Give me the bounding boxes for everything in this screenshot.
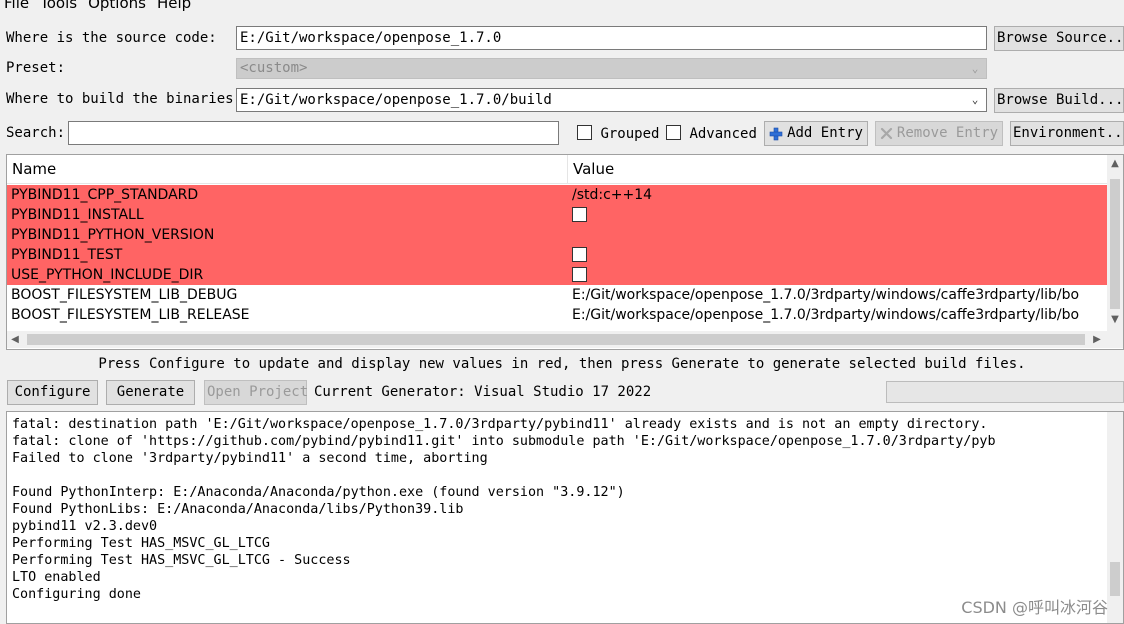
vertical-scroll-thumb[interactable] <box>1110 179 1120 309</box>
table-row[interactable]: BOOST_FILESYSTEM_LIB_RELEASE E:/Git/works… <box>7 305 1109 325</box>
log-line: Performing Test HAS_MSVC_GL_LTCG <box>12 536 270 551</box>
build-label: Where to build the binaries: <box>6 91 243 107</box>
advanced-checkbox[interactable]: Advanced <box>666 125 757 142</box>
remove-icon <box>880 127 893 140</box>
scroll-down-icon[interactable]: ▼ <box>1107 311 1123 327</box>
menu-help[interactable]: Help <box>152 0 197 14</box>
entry-name: PYBIND11_CPP_STANDARD <box>11 187 199 203</box>
progress-bar <box>886 381 1124 403</box>
output-log[interactable]: fatal: destination path 'E:/Git/workspac… <box>6 411 1124 624</box>
preset-value: <custom> <box>240 60 308 76</box>
entry-name: BOOST_FILESYSTEM_LIB_DEBUG <box>11 287 238 303</box>
preset-select[interactable]: <custom> ⌄ <box>236 58 987 79</box>
scroll-right-icon[interactable]: ▶ <box>1089 331 1105 347</box>
open-project-button[interactable]: Open Project <box>204 380 309 405</box>
log-line: LTO enabled <box>12 570 101 585</box>
chevron-down-icon[interactable]: ⌄ <box>968 89 982 111</box>
advanced-label: Advanced <box>689 126 757 142</box>
log-line: fatal: destination path 'E:/Git/workspac… <box>12 417 988 432</box>
menu-bar: File Tools Options Help <box>0 0 1124 14</box>
entry-value[interactable]: E:/Git/workspace/openpose_1.7.0/3rdparty… <box>568 285 1109 305</box>
entry-value-checkbox[interactable] <box>568 245 1109 265</box>
advanced-check-box[interactable] <box>666 125 681 140</box>
table-row[interactable]: PYBIND11_PYTHON_VERSION <box>7 225 1109 245</box>
remove-entry-button[interactable]: Remove Entry <box>875 121 1003 146</box>
configure-hint-text: Press Configure to update and display ne… <box>98 356 1026 372</box>
entry-name: PYBIND11_INSTALL <box>11 207 144 223</box>
entry-value-checkbox[interactable] <box>568 205 1109 225</box>
horizontal-scroll-thumb[interactable] <box>27 334 1085 345</box>
entry-value[interactable]: /std:c++14 <box>568 185 1109 205</box>
log-vertical-scrollbar[interactable] <box>1107 412 1123 623</box>
column-header-value[interactable]: Value <box>568 155 614 183</box>
column-header-name[interactable]: Name <box>7 155 568 183</box>
current-generator-text: Current Generator: Visual Studio 17 2022 <box>314 384 652 400</box>
menu-options[interactable]: Options <box>83 0 152 14</box>
browse-build-label: Browse Build... <box>997 92 1124 108</box>
log-scroll-thumb[interactable] <box>1110 562 1120 596</box>
entry-name: PYBIND11_TEST <box>11 247 123 263</box>
configure-label: Configure <box>14 384 91 400</box>
generate-label: Generate <box>116 384 185 400</box>
cache-table: Name Value PYBIND11_CPP_STANDARD/std:c++… <box>6 154 1124 350</box>
browse-build-button[interactable]: Browse Build... <box>994 88 1124 113</box>
log-line: fatal: clone of 'https://github.com/pybi… <box>12 434 996 449</box>
entry-check-box[interactable] <box>572 247 587 262</box>
entry-value[interactable] <box>568 225 1109 245</box>
search-label: Search: <box>6 125 66 141</box>
add-entry-button[interactable]: Add Entry <box>764 121 868 146</box>
entry-value[interactable]: E:/Git/workspace/openpose_1.7.0/3rdparty… <box>568 305 1109 325</box>
scroll-up-icon[interactable]: ▲ <box>1107 155 1123 171</box>
source-path-input[interactable]: E:/Git/workspace/openpose_1.7.0 <box>236 26 987 50</box>
watermark-text: CSDN @呼叫冰河谷 <box>961 598 1108 617</box>
add-entry-label: Add Entry <box>787 125 863 141</box>
menu-file[interactable]: File <box>0 0 35 14</box>
table-row[interactable]: PYBIND11_CPP_STANDARD/std:c++14 <box>7 185 1109 205</box>
log-line: Performing Test HAS_MSVC_GL_LTCG - Succe… <box>12 553 351 568</box>
environment-button[interactable]: Environment... <box>1010 121 1124 146</box>
search-input[interactable] <box>68 121 559 145</box>
open-project-label: Open Project <box>207 384 309 400</box>
source-label: Where is the source code: <box>6 30 217 46</box>
table-row[interactable]: PYBIND11_TEST <box>7 245 1109 265</box>
log-line: Failed to clone '3rdparty/pybind11' a se… <box>12 451 488 466</box>
entry-check-box[interactable] <box>572 207 587 222</box>
menu-tools[interactable]: Tools <box>35 0 83 14</box>
chevron-down-icon: ⌄ <box>971 62 979 75</box>
log-line: Configuring done <box>12 587 141 602</box>
table-row[interactable]: USE_PYTHON_INCLUDE_DIR <box>7 265 1109 285</box>
entry-name: USE_PYTHON_INCLUDE_DIR <box>11 267 204 283</box>
grouped-label: Grouped <box>600 126 660 142</box>
entry-check-box[interactable] <box>572 267 587 282</box>
generate-button[interactable]: Generate <box>106 380 195 405</box>
browse-source-button[interactable]: Browse Source... <box>994 26 1124 51</box>
log-line: Found PythonLibs: E:/Anaconda/Anaconda/l… <box>12 502 464 517</box>
environment-label: Environment... <box>1013 125 1124 141</box>
build-path-value: E:/Git/workspace/openpose_1.7.0/build <box>240 92 552 108</box>
table-horizontal-scrollbar[interactable]: ◀ ▶ <box>7 331 1123 348</box>
preset-label: Preset: <box>6 60 66 76</box>
log-line: Found PythonInterp: E:/Anaconda/Anaconda… <box>12 485 625 500</box>
grouped-checkbox[interactable]: Grouped <box>577 125 659 142</box>
table-vertical-scrollbar[interactable]: ▲ ▼ <box>1107 155 1123 331</box>
configure-button[interactable]: Configure <box>7 380 98 405</box>
grouped-check-box[interactable] <box>577 125 592 140</box>
scroll-left-icon[interactable]: ◀ <box>7 331 23 347</box>
log-line: pybind11 v2.3.dev0 <box>12 519 158 534</box>
plus-icon <box>769 127 783 140</box>
remove-entry-label: Remove Entry <box>896 125 999 141</box>
table-header: Name Value <box>7 155 1109 184</box>
entry-value-checkbox[interactable] <box>568 265 1109 285</box>
table-row[interactable]: PYBIND11_INSTALL <box>7 205 1109 225</box>
output-log-text: fatal: destination path 'E:/Git/workspac… <box>7 412 1123 603</box>
entry-name: BOOST_FILESYSTEM_LIB_RELEASE <box>11 307 250 323</box>
table-row[interactable]: BOOST_FILESYSTEM_LIB_DEBUG E:/Git/workspa… <box>7 285 1109 305</box>
entry-name: PYBIND11_PYTHON_VERSION <box>11 227 215 243</box>
build-path-combo[interactable]: E:/Git/workspace/openpose_1.7.0/build ⌄ <box>236 88 987 112</box>
browse-source-label: Browse Source... <box>997 30 1124 46</box>
